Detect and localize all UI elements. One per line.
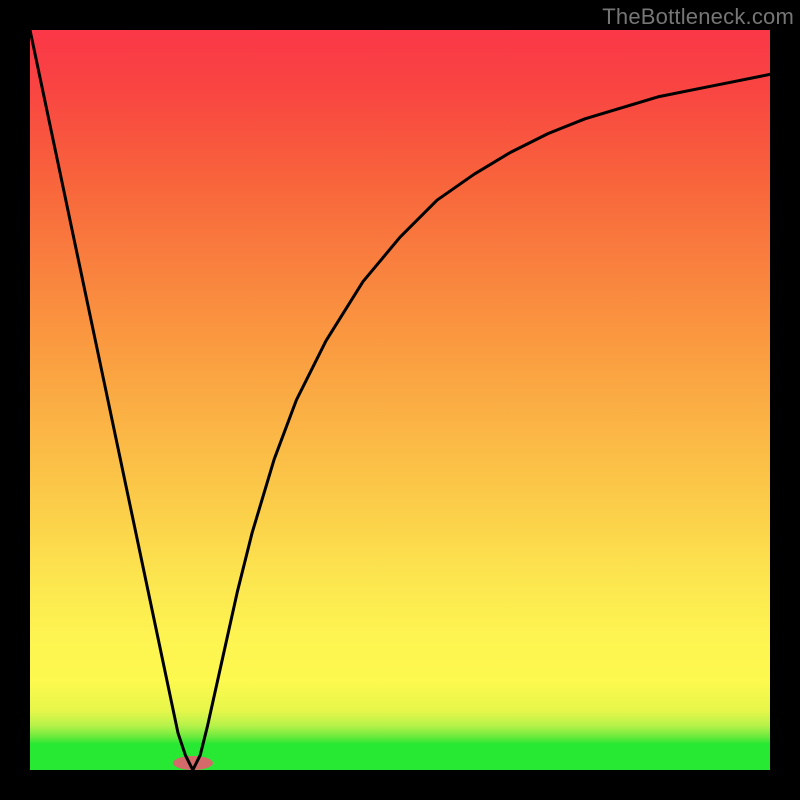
watermark-text: TheBottleneck.com [602,4,794,30]
plot-area [30,30,770,770]
bottleneck-curve [30,30,770,770]
chart-frame: TheBottleneck.com [0,0,800,800]
curve-path [30,30,770,770]
